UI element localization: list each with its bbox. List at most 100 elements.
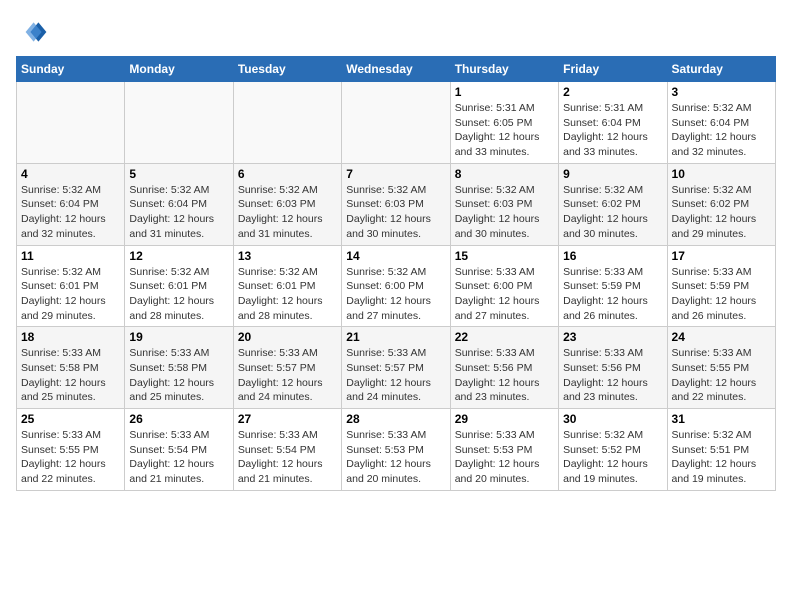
day-info: Sunrise: 5:33 AMSunset: 5:54 PMDaylight:… xyxy=(129,428,228,487)
calendar-cell: 20Sunrise: 5:33 AMSunset: 5:57 PMDayligh… xyxy=(233,327,341,409)
day-number: 16 xyxy=(563,249,662,263)
calendar-cell: 22 Sunrise: 5:33 AMSunset: 5:56 PMDayligh… xyxy=(450,327,558,409)
day-info: Sunrise: 5:33 AMSunset: 5:55 PMDaylight:… xyxy=(21,428,120,487)
day-number: 14 xyxy=(346,249,445,263)
day-info: Sunrise: 5:31 AMSunset: 6:04 PMDaylight:… xyxy=(563,101,662,160)
day-number: 11 xyxy=(21,249,120,263)
day-number: 21 xyxy=(346,330,445,344)
day-number: 10 xyxy=(672,167,771,181)
day-info: Sunrise: 5:33 AMSunset: 5:58 PMDaylight:… xyxy=(21,346,120,405)
calendar-cell: 9 Sunrise: 5:32 AMSunset: 6:02 PMDaylight… xyxy=(559,163,667,245)
day-number: 30 xyxy=(563,412,662,426)
day-info: Sunrise: 5:33 AMSunset: 5:57 PMDaylight:… xyxy=(346,346,445,405)
calendar-cell: 8 Sunrise: 5:32 AMSunset: 6:03 PMDaylight… xyxy=(450,163,558,245)
calendar-cell: 13 Sunrise: 5:32 AMSunset: 6:01 PMDayligh… xyxy=(233,245,341,327)
day-info: Sunrise: 5:33 AMSunset: 5:56 PMDaylight:… xyxy=(455,346,554,405)
day-number: 25 xyxy=(21,412,120,426)
day-info: Sunrise: 5:32 AMSunset: 6:01 PMDaylight:… xyxy=(238,265,337,324)
calendar-cell: 28 Sunrise: 5:33 AMSunset: 5:53 PMDayligh… xyxy=(342,409,450,491)
calendar-cell xyxy=(125,82,233,164)
day-number: 15 xyxy=(455,249,554,263)
day-info: Sunrise: 5:32 AMSunset: 6:02 PMDaylight:… xyxy=(563,183,662,242)
calendar-cell: 11 Sunrise: 5:32 AMSunset: 6:01 PMDayligh… xyxy=(17,245,125,327)
calendar-cell: 15 Sunrise: 5:33 AMSunset: 6:00 PMDayligh… xyxy=(450,245,558,327)
calendar-cell: 14 Sunrise: 5:32 AMSunset: 6:00 PMDayligh… xyxy=(342,245,450,327)
day-info: Sunrise: 5:33 AMSunset: 5:59 PMDaylight:… xyxy=(672,265,771,324)
day-number: 8 xyxy=(455,167,554,181)
calendar-cell: 18 Sunrise: 5:33 AMSunset: 5:58 PMDayligh… xyxy=(17,327,125,409)
calendar-cell: 7 Sunrise: 5:32 AMSunset: 6:03 PMDaylight… xyxy=(342,163,450,245)
day-number: 6 xyxy=(238,167,337,181)
calendar-cell: 2 Sunrise: 5:31 AMSunset: 6:04 PMDaylight… xyxy=(559,82,667,164)
calendar-header-thursday: Thursday xyxy=(450,57,558,82)
day-info: Sunrise: 5:32 AMSunset: 6:02 PMDaylight:… xyxy=(672,183,771,242)
calendar-header-friday: Friday xyxy=(559,57,667,82)
day-info: Sunrise: 5:32 AMSunset: 6:03 PMDaylight:… xyxy=(455,183,554,242)
calendar-header-monday: Monday xyxy=(125,57,233,82)
calendar-cell: 26 Sunrise: 5:33 AMSunset: 5:54 PMDayligh… xyxy=(125,409,233,491)
calendar-header-tuesday: Tuesday xyxy=(233,57,341,82)
day-info: Sunrise: 5:33 AMSunset: 5:54 PMDaylight:… xyxy=(238,428,337,487)
calendar-week-2: 11 Sunrise: 5:32 AMSunset: 6:01 PMDayligh… xyxy=(17,245,776,327)
calendar-cell: 21 Sunrise: 5:33 AMSunset: 5:57 PMDayligh… xyxy=(342,327,450,409)
page-header xyxy=(16,16,776,48)
day-info: Sunrise: 5:32 AMSunset: 5:51 PMDaylight:… xyxy=(672,428,771,487)
day-info: Sunrise: 5:33 AMSunset: 5:53 PMDaylight:… xyxy=(455,428,554,487)
day-number: 27 xyxy=(238,412,337,426)
calendar-header-row: SundayMondayTuesdayWednesdayThursdayFrid… xyxy=(17,57,776,82)
calendar-cell: 5 Sunrise: 5:32 AMSunset: 6:04 PMDaylight… xyxy=(125,163,233,245)
day-number: 29 xyxy=(455,412,554,426)
day-info: Sunrise: 5:32 AMSunset: 6:04 PMDaylight:… xyxy=(129,183,228,242)
day-info: Sunrise: 5:32 AMSunset: 6:03 PMDaylight:… xyxy=(238,183,337,242)
calendar-cell: 3Sunrise: 5:32 AMSunset: 6:04 PMDaylight… xyxy=(667,82,775,164)
calendar-cell: 17Sunrise: 5:33 AMSunset: 5:59 PMDayligh… xyxy=(667,245,775,327)
calendar-header-sunday: Sunday xyxy=(17,57,125,82)
day-info: Sunrise: 5:33 AMSunset: 5:53 PMDaylight:… xyxy=(346,428,445,487)
calendar-cell: 19Sunrise: 5:33 AMSunset: 5:58 PMDayligh… xyxy=(125,327,233,409)
day-info: Sunrise: 5:32 AMSunset: 6:01 PMDaylight:… xyxy=(21,265,120,324)
day-number: 7 xyxy=(346,167,445,181)
day-info: Sunrise: 5:33 AMSunset: 5:59 PMDaylight:… xyxy=(563,265,662,324)
day-number: 23 xyxy=(563,330,662,344)
day-number: 18 xyxy=(21,330,120,344)
day-info: Sunrise: 5:32 AMSunset: 6:04 PMDaylight:… xyxy=(672,101,771,160)
calendar-cell: 25 Sunrise: 5:33 AMSunset: 5:55 PMDayligh… xyxy=(17,409,125,491)
calendar-header-saturday: Saturday xyxy=(667,57,775,82)
calendar-cell: 1 Sunrise: 5:31 AMSunset: 6:05 PMDaylight… xyxy=(450,82,558,164)
day-number: 13 xyxy=(238,249,337,263)
day-info: Sunrise: 5:32 AMSunset: 6:04 PMDaylight:… xyxy=(21,183,120,242)
calendar-cell: 27 Sunrise: 5:33 AMSunset: 5:54 PMDayligh… xyxy=(233,409,341,491)
calendar-cell xyxy=(233,82,341,164)
day-info: Sunrise: 5:32 AMSunset: 6:03 PMDaylight:… xyxy=(346,183,445,242)
calendar-cell: 31 Sunrise: 5:32 AMSunset: 5:51 PMDayligh… xyxy=(667,409,775,491)
day-info: Sunrise: 5:33 AMSunset: 6:00 PMDaylight:… xyxy=(455,265,554,324)
day-number: 2 xyxy=(563,85,662,99)
day-number: 26 xyxy=(129,412,228,426)
calendar-cell xyxy=(342,82,450,164)
day-number: 20 xyxy=(238,330,337,344)
day-number: 22 xyxy=(455,330,554,344)
day-number: 28 xyxy=(346,412,445,426)
day-number: 9 xyxy=(563,167,662,181)
calendar-week-3: 18 Sunrise: 5:33 AMSunset: 5:58 PMDayligh… xyxy=(17,327,776,409)
day-number: 12 xyxy=(129,249,228,263)
calendar-week-0: 1 Sunrise: 5:31 AMSunset: 6:05 PMDaylight… xyxy=(17,82,776,164)
calendar-header-wednesday: Wednesday xyxy=(342,57,450,82)
day-number: 1 xyxy=(455,85,554,99)
day-number: 5 xyxy=(129,167,228,181)
calendar-week-4: 25 Sunrise: 5:33 AMSunset: 5:55 PMDayligh… xyxy=(17,409,776,491)
day-number: 31 xyxy=(672,412,771,426)
calendar-cell xyxy=(17,82,125,164)
day-info: Sunrise: 5:31 AMSunset: 6:05 PMDaylight:… xyxy=(455,101,554,160)
calendar-table: SundayMondayTuesdayWednesdayThursdayFrid… xyxy=(16,56,776,491)
calendar-cell: 24Sunrise: 5:33 AMSunset: 5:55 PMDayligh… xyxy=(667,327,775,409)
calendar-cell: 12 Sunrise: 5:32 AMSunset: 6:01 PMDayligh… xyxy=(125,245,233,327)
calendar-cell: 10 Sunrise: 5:32 AMSunset: 6:02 PMDayligh… xyxy=(667,163,775,245)
day-number: 24 xyxy=(672,330,771,344)
calendar-cell: 23Sunrise: 5:33 AMSunset: 5:56 PMDayligh… xyxy=(559,327,667,409)
logo xyxy=(16,16,52,48)
calendar-cell: 30Sunrise: 5:32 AMSunset: 5:52 PMDayligh… xyxy=(559,409,667,491)
day-info: Sunrise: 5:32 AMSunset: 6:00 PMDaylight:… xyxy=(346,265,445,324)
day-info: Sunrise: 5:32 AMSunset: 6:01 PMDaylight:… xyxy=(129,265,228,324)
calendar-cell: 29 Sunrise: 5:33 AMSunset: 5:53 PMDayligh… xyxy=(450,409,558,491)
